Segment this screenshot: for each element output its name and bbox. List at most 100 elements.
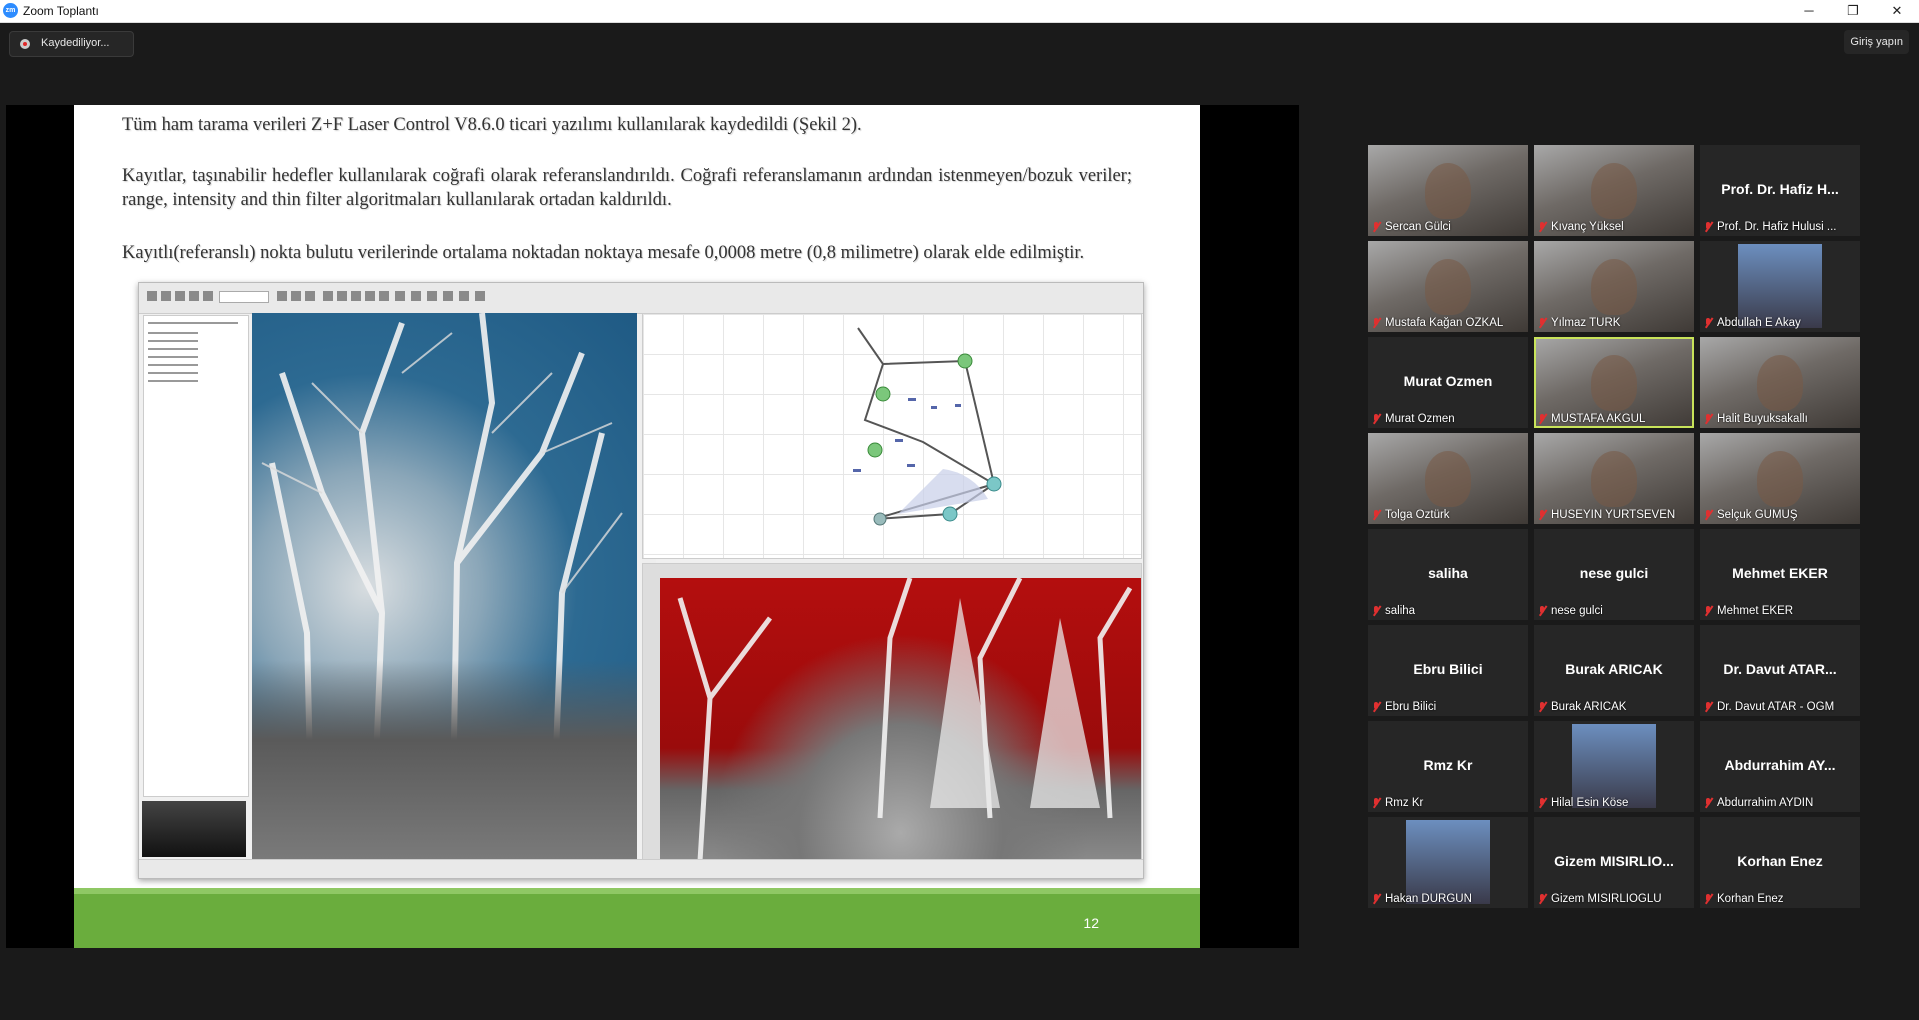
participant-tile[interactable]: Mustafa Kağan ÖZKAL — [1368, 241, 1528, 332]
mic-muted-icon — [1372, 318, 1381, 328]
minimize-button[interactable]: ─ — [1787, 0, 1831, 22]
participant-tile[interactable]: Hilal Esin Köse — [1534, 721, 1694, 812]
mic-muted-icon — [1372, 222, 1381, 232]
mic-muted-icon — [1372, 798, 1381, 808]
participant-tile[interactable]: Rmz Kr Rmz Kr — [1368, 721, 1528, 812]
participant-tile[interactable]: Tolga Öztürk — [1368, 433, 1528, 524]
registration-map-view — [642, 313, 1142, 559]
participant-name: Burak ARICAK — [1551, 701, 1627, 713]
participant-name: HÜSEYİN YURTSEVEN — [1551, 509, 1676, 521]
mic-muted-icon — [1704, 702, 1713, 712]
participant-tile[interactable]: MUSTAFA AKGÜL — [1534, 337, 1694, 428]
participant-tile[interactable]: nese gulci nese gulci — [1534, 529, 1694, 620]
participant-tile[interactable]: Prof. Dr. Hafiz H... Prof. Dr. Hafiz Hulu… — [1700, 145, 1860, 236]
mic-muted-icon — [1372, 414, 1381, 424]
slide-paragraph-2: Kayıtlar, taşınabilir hedefler kullanıla… — [122, 166, 1132, 211]
slide-page-number: 12 — [1083, 915, 1099, 931]
close-button[interactable]: ✕ — [1875, 0, 1919, 22]
mic-muted-icon — [1538, 318, 1547, 328]
participant-name: Hilal Esin Köse — [1551, 797, 1629, 809]
participant-display-name: Prof. Dr. Hafiz H... — [1721, 181, 1839, 197]
participant-tile[interactable]: HÜSEYİN YURTSEVEN — [1534, 433, 1694, 524]
participant-name: Ebru Bilici — [1385, 701, 1437, 713]
participant-name: Mustafa Kağan ÖZKAL — [1385, 317, 1504, 329]
participant-tile[interactable]: Dr. Davut ATAR... Dr. Davut ATAR - OGM — [1700, 625, 1860, 716]
zoom-logo-icon: zm — [3, 3, 18, 18]
mic-muted-icon — [1704, 222, 1713, 232]
presentation-slide: Tüm ham tarama verileri Z+F Laser Contro… — [74, 105, 1200, 948]
mic-muted-icon — [1704, 318, 1713, 328]
participant-tile[interactable]: Gizem MISIRLIO... Gizem MISIRLIOGLU — [1534, 817, 1694, 908]
participant-name: Abdullah E Akay — [1717, 317, 1801, 329]
slide-paragraph-3: Kayıtlı(referanslı) nokta bulutu veriler… — [122, 243, 1085, 263]
login-button[interactable]: Giriş yapın — [1844, 30, 1909, 54]
participant-display-name: Abdurrahim AY... — [1724, 757, 1836, 773]
window-titlebar: zm Zoom Toplantı ─ ❐ ✕ — [0, 0, 1919, 23]
trees-drawing — [261, 313, 623, 860]
shared-screen: Tüm ham tarama verileri Z+F Laser Contro… — [6, 105, 1299, 948]
participant-photo — [1406, 820, 1490, 904]
participant-video — [1425, 259, 1471, 315]
maximize-button[interactable]: ❐ — [1831, 0, 1875, 22]
participant-tile[interactable]: Selçuk GÜMÜŞ — [1700, 433, 1860, 524]
participant-tile[interactable]: Murat Ozmen Murat Ozmen — [1368, 337, 1528, 428]
participant-tile[interactable]: Abdullah E Akay — [1700, 241, 1860, 332]
recording-label: Kaydediliyor... — [41, 37, 110, 49]
participant-name: Tolga Öztürk — [1385, 509, 1450, 521]
point-cloud-view-blue — [252, 313, 637, 860]
participant-video — [1757, 355, 1803, 411]
scan-thumbnail — [142, 801, 246, 857]
participant-tile[interactable]: Korhan Enez Korhan Enez — [1700, 817, 1860, 908]
participant-name: Rmz Kr — [1385, 797, 1424, 809]
mic-muted-icon — [1704, 894, 1713, 904]
slide-footer-band: 12 — [74, 888, 1200, 948]
participant-tile[interactable]: Abdurrahim AY... Abdurrahim AYDIN — [1700, 721, 1860, 812]
participant-video — [1591, 163, 1637, 219]
participant-tile[interactable]: Burak ARICAK Burak ARICAK — [1534, 625, 1694, 716]
participant-tile[interactable]: Ebru Bilici Ebru Bilici — [1368, 625, 1528, 716]
record-icon — [20, 39, 30, 49]
participant-name: Sercan Gülci — [1385, 221, 1451, 233]
participant-tile[interactable]: Kıvanç Yüksel — [1534, 145, 1694, 236]
laser-control-screenshot — [138, 282, 1144, 879]
point-cloud-view-red — [642, 563, 1142, 862]
mic-muted-icon — [1704, 414, 1713, 424]
slide-paragraph-1: Tüm ham tarama verileri Z+F Laser Contro… — [122, 115, 862, 135]
participant-tile[interactable]: Halit Buyuksakallı — [1700, 337, 1860, 428]
red-point-cloud — [660, 578, 1141, 861]
participant-display-name: Gizem MISIRLIO... — [1554, 853, 1674, 869]
participant-photo — [1738, 244, 1822, 328]
scan-list-panel — [143, 315, 249, 797]
participant-tile[interactable]: saliha saliha — [1368, 529, 1528, 620]
participant-tile[interactable]: Yılmaz TÜRK — [1534, 241, 1694, 332]
participant-video — [1425, 451, 1471, 507]
participant-name: Gizem MISIRLIOGLU — [1551, 893, 1662, 905]
participant-name: Dr. Davut ATAR - OGM — [1717, 701, 1835, 713]
trees-red-drawing — [677, 578, 1133, 861]
participant-name: Prof. Dr. Hafiz Hulusi ... — [1717, 221, 1837, 233]
participant-name: MUSTAFA AKGÜL — [1551, 413, 1646, 425]
window-title: Zoom Toplantı — [23, 4, 99, 18]
mic-muted-icon — [1372, 510, 1381, 520]
participant-name: nese gulci — [1551, 605, 1603, 617]
participant-name: Murat Ozmen — [1385, 413, 1455, 425]
participant-display-name: Dr. Davut ATAR... — [1723, 661, 1837, 677]
mic-muted-icon — [1538, 414, 1547, 424]
participant-video — [1591, 451, 1637, 507]
participant-name: Korhan Enez — [1717, 893, 1784, 905]
participant-name: Selçuk GÜMÜŞ — [1717, 509, 1798, 521]
mic-muted-icon — [1538, 510, 1547, 520]
participant-tile[interactable]: Sercan Gülci — [1368, 145, 1528, 236]
participant-tile[interactable]: Mehmet EKER Mehmet EKER — [1700, 529, 1860, 620]
app-status-bar — [139, 859, 1143, 878]
app-toolbar — [139, 283, 1143, 314]
mic-muted-icon — [1372, 702, 1381, 712]
recording-indicator[interactable]: Kaydediliyor... — [9, 31, 134, 57]
participant-display-name: Burak ARICAK — [1565, 661, 1663, 677]
participant-display-name: saliha — [1428, 565, 1468, 581]
participant-name: Kıvanç Yüksel — [1551, 221, 1624, 233]
mic-muted-icon — [1538, 702, 1547, 712]
participant-video — [1591, 259, 1637, 315]
participant-tile[interactable]: Hakan DURGUN — [1368, 817, 1528, 908]
participant-display-name: Rmz Kr — [1423, 757, 1473, 773]
